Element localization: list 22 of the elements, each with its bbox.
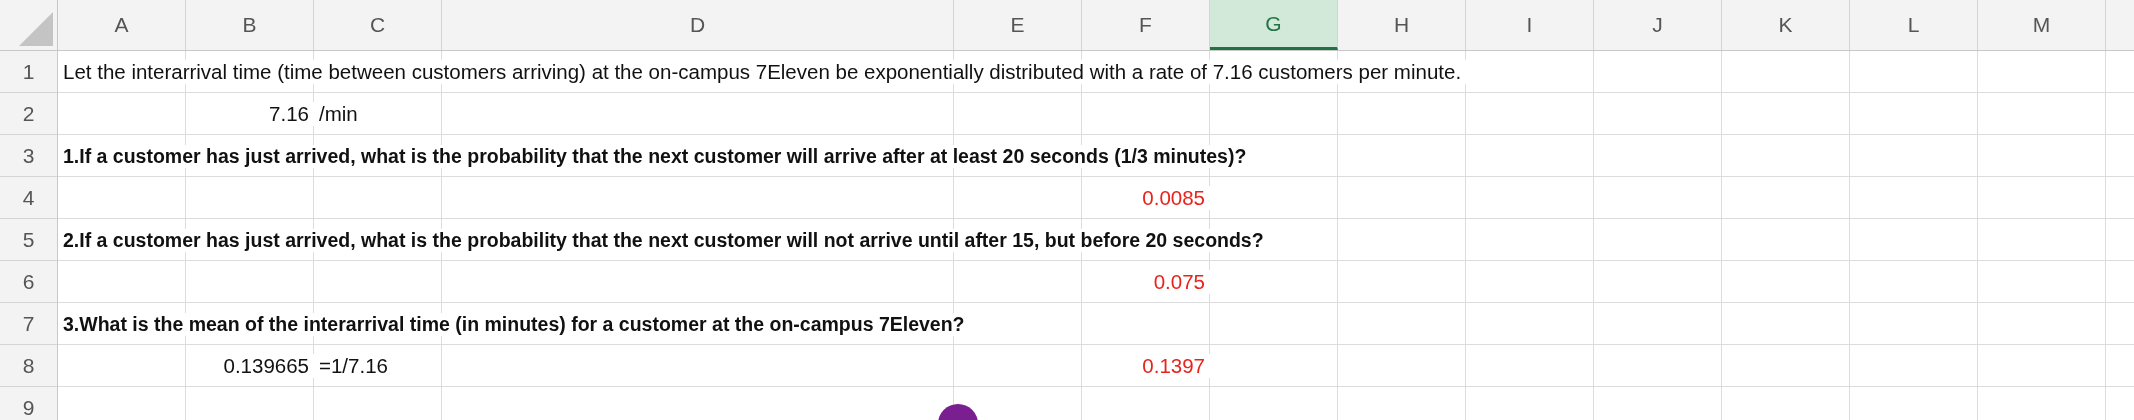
column-header[interactable]: C <box>314 0 442 50</box>
row-header[interactable]: 3 <box>0 135 58 177</box>
row-header[interactable]: 2 <box>0 93 58 135</box>
row-header[interactable]: 7 <box>0 303 58 345</box>
row-header[interactable]: 5 <box>0 219 58 261</box>
select-all-icon[interactable] <box>19 12 53 46</box>
column-header[interactable]: H <box>1338 0 1466 50</box>
column-header[interactable]: E <box>954 0 1082 50</box>
row-header[interactable]: 4 <box>0 177 58 219</box>
column-header[interactable]: I <box>1466 0 1594 50</box>
row-header[interactable]: 6 <box>0 261 58 303</box>
column-header[interactable]: M <box>1978 0 2106 50</box>
column-header[interactable]: A <box>58 0 186 50</box>
column-header[interactable]: D <box>442 0 954 50</box>
column-header[interactable]: J <box>1594 0 1722 50</box>
row-header[interactable]: 8 <box>0 345 58 387</box>
column-header[interactable]: B <box>186 0 314 50</box>
row-header[interactable]: 9 <box>0 387 58 420</box>
column-header[interactable]: K <box>1722 0 1850 50</box>
column-header[interactable]: G <box>1210 0 1338 50</box>
column-header[interactable]: L <box>1850 0 1978 50</box>
row-header[interactable]: 1 <box>0 51 58 93</box>
